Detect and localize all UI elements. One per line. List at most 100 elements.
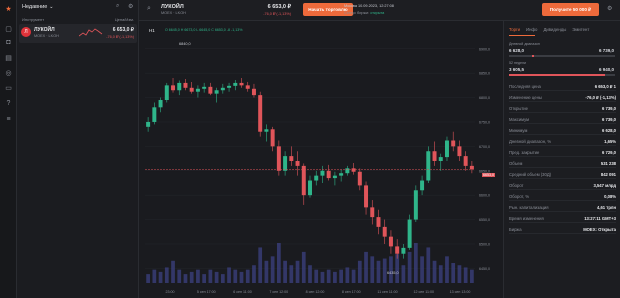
- x-tick-label: 8 сен 12:00: [306, 290, 325, 294]
- watchlist-item[interactable]: Л ЛУКОЙЛ MOEX · LKOH 6 653,0 ₽ -76,0 ₽ (…: [19, 24, 137, 43]
- candle-body: [245, 85, 250, 89]
- get-deposit-button[interactable]: Получите 50 000 ₽: [542, 3, 599, 16]
- help-icon[interactable]: ?: [4, 99, 13, 108]
- side-rail: ★ ▢ ◘ ▤ ◎ ▭ ? ≡: [0, 0, 17, 298]
- candle-body: [289, 156, 294, 161]
- chart-icon[interactable]: ▤: [4, 53, 13, 62]
- volume-bar: [426, 247, 431, 283]
- volume-bar: [252, 265, 256, 283]
- candle-body: [214, 90, 219, 94]
- item-name: ЛУКОЙЛ: [34, 27, 55, 33]
- instrument-info-panel: Торги Инфо Дивиденды Эмитент Дневной диа…: [503, 21, 620, 298]
- volume-bar: [233, 269, 238, 283]
- stat-row: Последняя цена 6 653,0 ₽ 1: [509, 82, 616, 91]
- candle-body: [413, 190, 418, 220]
- volume-bar: [146, 274, 150, 283]
- sparkline: [79, 28, 103, 37]
- tab-info[interactable]: Инфо: [526, 27, 537, 32]
- stat-row: Пред. закрытие 6 729,0: [509, 148, 616, 157]
- week-high: 6 940,0: [598, 67, 614, 72]
- instrument-name: ЛУКОЙЛ: [161, 4, 184, 10]
- volume-bar: [152, 269, 157, 283]
- volume-bar: [401, 265, 406, 283]
- volume-bar: [376, 260, 381, 283]
- week-range-label: 52 недели: [509, 61, 526, 65]
- item-sub: MOEX · LKOH: [34, 34, 59, 38]
- header-price: 6 653,0 ₽: [267, 4, 291, 10]
- candle-body: [295, 161, 300, 166]
- volume-bar: [177, 269, 182, 283]
- candle-body: [220, 87, 225, 91]
- candle-body: [463, 156, 468, 166]
- instrument-sub: MOEX · LKOH: [161, 11, 186, 15]
- watchlist-selector[interactable]: Недавние ⌄: [22, 4, 53, 10]
- volume-bar: [451, 263, 456, 283]
- volume-bar: [438, 265, 443, 283]
- candle-body: [189, 87, 194, 92]
- candle-body: [339, 173, 344, 176]
- day-low: 6 628,0: [509, 48, 525, 53]
- bell-icon[interactable]: ▢: [4, 24, 13, 33]
- menu-icon[interactable]: ≡: [4, 115, 13, 124]
- price-chart[interactable]: H1 O 6645,0 H 6673,0 L 6645,0 C 6653,0 -…: [139, 21, 503, 298]
- logo-icon[interactable]: ★: [4, 4, 13, 13]
- tab-issuer[interactable]: Эмитент: [572, 27, 589, 32]
- candle-body: [407, 219, 412, 248]
- search-icon[interactable]: ⌕: [147, 5, 151, 13]
- stat-row: Время изменения 13:27:11 GMT+3: [509, 214, 616, 223]
- week-low: 3 605,5: [509, 67, 525, 72]
- y-tick-label: 6700,0: [479, 145, 490, 149]
- candle-body: [457, 146, 462, 157]
- volume-bar: [295, 260, 300, 283]
- volume-bar: [227, 267, 231, 283]
- candle-body: [351, 168, 356, 172]
- candle-body: [326, 170, 331, 179]
- settings-icon[interactable]: ⚙: [128, 3, 133, 10]
- candle-body: [388, 236, 393, 247]
- candle-body: [227, 85, 232, 88]
- y-tick-label: 6800,0: [479, 96, 490, 100]
- candle-body: [239, 82, 244, 86]
- volume-bar: [326, 269, 331, 283]
- volume-bar: [339, 269, 343, 283]
- stat-row: Дневной диапазон, % 1,65%: [509, 137, 616, 146]
- briefcase-icon[interactable]: ◘: [4, 38, 13, 47]
- stat-row: Биржа MOEX: Открыта: [509, 225, 616, 234]
- volume-bar: [389, 256, 393, 283]
- stat-row: Изменение цены -76,0 ₽ (-1,13%): [509, 93, 616, 102]
- candle-body: [314, 175, 319, 181]
- tab-dividends[interactable]: Дивиденды: [543, 27, 566, 32]
- volume-bar: [239, 271, 244, 283]
- search-icon[interactable]: ⌕: [116, 3, 119, 10]
- watchlist-panel: Недавние ⌄ ⌕ ⚙ Инструмент Цена/Изм. Л ЛУ…: [17, 0, 139, 298]
- stat-row: Объем 531 238: [509, 159, 616, 168]
- candle-body: [364, 185, 369, 208]
- candle-body: [158, 100, 163, 108]
- stat-row: Максимум 6 739,0: [509, 115, 616, 124]
- y-tick-label: 6750,0: [479, 120, 490, 124]
- candle-body: [183, 82, 188, 88]
- stat-row: Средний объем (30Д) 842 091: [509, 170, 616, 179]
- volume-bar: [370, 256, 375, 283]
- y-tick-label: 6500,0: [479, 242, 490, 246]
- volume-bar: [202, 274, 207, 283]
- x-tick-label: 11 сен 11:00: [377, 290, 397, 294]
- globe-icon[interactable]: ◎: [4, 68, 13, 77]
- col-instrument: Инструмент: [22, 17, 45, 22]
- stat-row: Открытие 6 739,0: [509, 104, 616, 113]
- y-tick-label: 6550,0: [479, 218, 490, 222]
- x-tick-label: 8 сен 17:00: [342, 290, 361, 294]
- active-tab-indicator: [509, 35, 535, 36]
- candle-body: [370, 207, 375, 218]
- candle-body: [376, 217, 381, 227]
- y-tick-label: 6600,0: [479, 194, 490, 198]
- volume-bar: [407, 251, 412, 283]
- stat-row: Минимум 6 628,0: [509, 126, 616, 135]
- candle-body: [270, 129, 275, 147]
- volume-bar: [196, 269, 200, 283]
- candle-body: [438, 157, 443, 161]
- volume-bar: [420, 256, 424, 283]
- gear-icon[interactable]: ⚙: [607, 5, 612, 12]
- tab-trading[interactable]: Торги: [509, 27, 520, 32]
- message-icon[interactable]: ▭: [4, 83, 13, 92]
